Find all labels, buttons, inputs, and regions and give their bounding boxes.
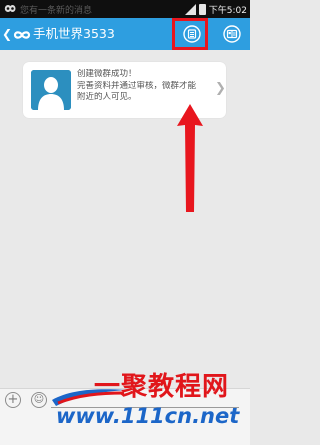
- profile-button[interactable]: [223, 25, 241, 43]
- signal-icon: [184, 4, 196, 15]
- page-title: 手机世界3533: [33, 26, 115, 41]
- notification-ticker: 您有一条新的消息: [20, 6, 93, 16]
- watermark-url: www.111cn.net: [56, 404, 240, 428]
- chevron-right-icon: ❯: [215, 81, 226, 96]
- chat-area: 创建微群成功！ 完善资料并通过审核，微群才能 附近的人可见。 ❯: [0, 50, 250, 388]
- status-bar: 您有一条新的消息 下午5:02: [0, 0, 250, 18]
- contact-card-icon: [223, 25, 241, 43]
- watermark-title: 一聚教程网: [94, 372, 230, 402]
- plus-icon[interactable]: +: [5, 392, 21, 408]
- card-message: 创建微群成功！ 完善资料并通过审核，微群才能 附近的人可见。: [77, 69, 217, 104]
- battery-icon: [198, 4, 206, 15]
- chevron-left-icon: ❮: [2, 27, 13, 41]
- back-button[interactable]: ❮: [2, 18, 32, 50]
- status-time: 下午5:02: [208, 6, 247, 16]
- card-line: 完善资料并通过审核，微群才能: [77, 80, 197, 91]
- annotation-highlight-box: [172, 18, 208, 50]
- notification-icon: [4, 3, 16, 14]
- card-line: 创建微群成功！: [77, 69, 137, 79]
- infinity-logo-icon: [13, 27, 31, 41]
- person-avatar-icon: [31, 70, 71, 110]
- annotation-arrow-icon: [177, 104, 203, 212]
- smiley-icon[interactable]: ☺: [31, 392, 47, 408]
- title-bar: ❮ 手机世界3533: [0, 18, 250, 50]
